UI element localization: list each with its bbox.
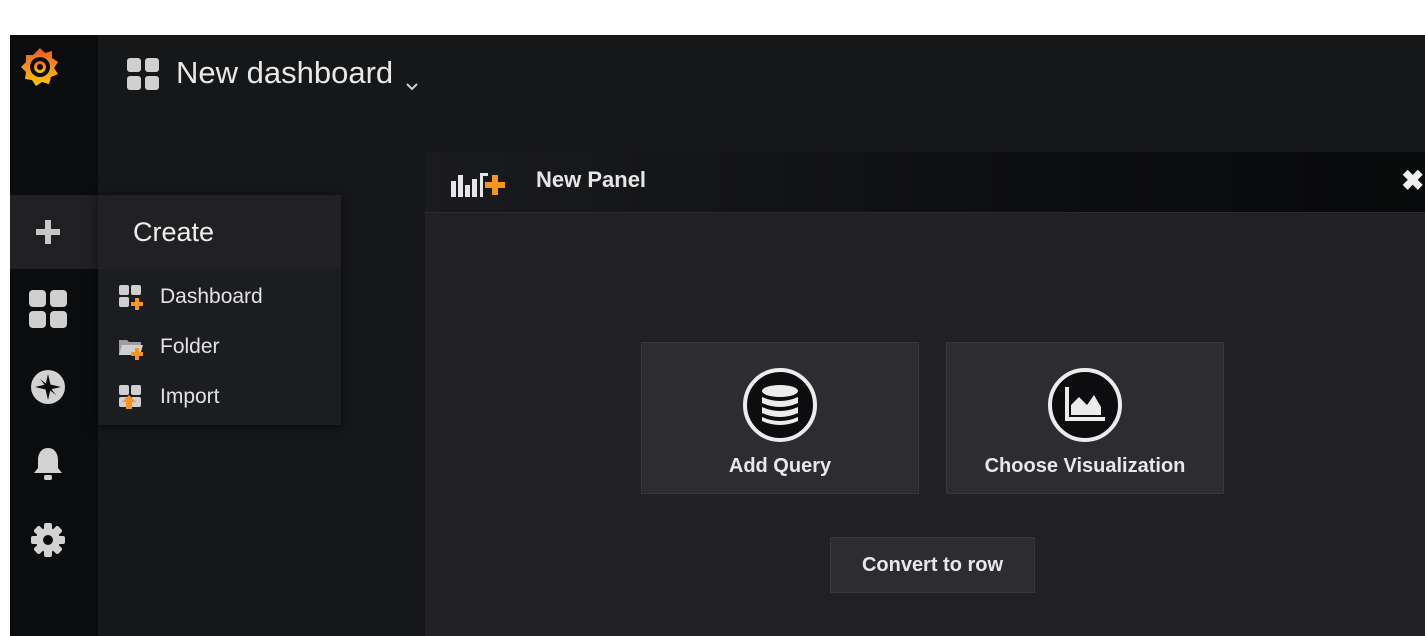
add-query-label: Add Query [728,455,832,477]
database-icon [742,367,818,443]
plus-icon[interactable] [28,212,68,252]
menu-item-label: Folder [160,335,220,358]
create-menu-header[interactable]: Create [98,195,341,269]
panel-title: New Panel [536,167,647,192]
folder-add-icon [118,334,144,360]
panel-header: New Panel ✖ [425,152,1425,213]
area-chart-icon [1047,367,1123,443]
dashboard-title[interactable]: New dashboard [176,55,393,91]
menu-item-label: Import [160,385,220,408]
chevron-down-icon[interactable] [406,75,418,96]
grafana-app: New dashboard New Panel ✖ Add Query Choo… [10,35,1425,636]
menu-item-dashboard[interactable]: Dashboard [118,277,263,317]
choose-visualization-button[interactable]: Choose Visualization [946,342,1224,494]
bell-icon[interactable] [28,444,68,484]
gear-icon[interactable] [28,520,68,560]
panel-add-icon [449,169,511,199]
menu-item-import[interactable]: Import [118,377,220,417]
new-panel: New Panel ✖ Add Query Choose Visualizati… [425,152,1425,636]
top-navbar: New dashboard [98,35,1425,115]
side-menu [10,35,98,636]
add-query-button[interactable]: Add Query [641,342,919,494]
explore-compass-icon[interactable] [28,367,68,407]
dashboard-grid-icon [126,57,160,91]
menu-item-label: Dashboard [160,285,263,308]
close-icon[interactable]: ✖ [1401,164,1424,197]
dashboard-add-icon [118,284,144,310]
create-menu: Create Dashboard Folder Import [98,195,341,425]
choose-visualization-label: Choose Visualization [984,455,1186,477]
dashboards-icon[interactable] [28,289,68,329]
import-icon [118,384,144,410]
grafana-logo-icon[interactable] [18,45,62,89]
menu-item-folder[interactable]: Folder [118,327,220,367]
convert-to-row-button[interactable]: Convert to row [830,537,1035,593]
